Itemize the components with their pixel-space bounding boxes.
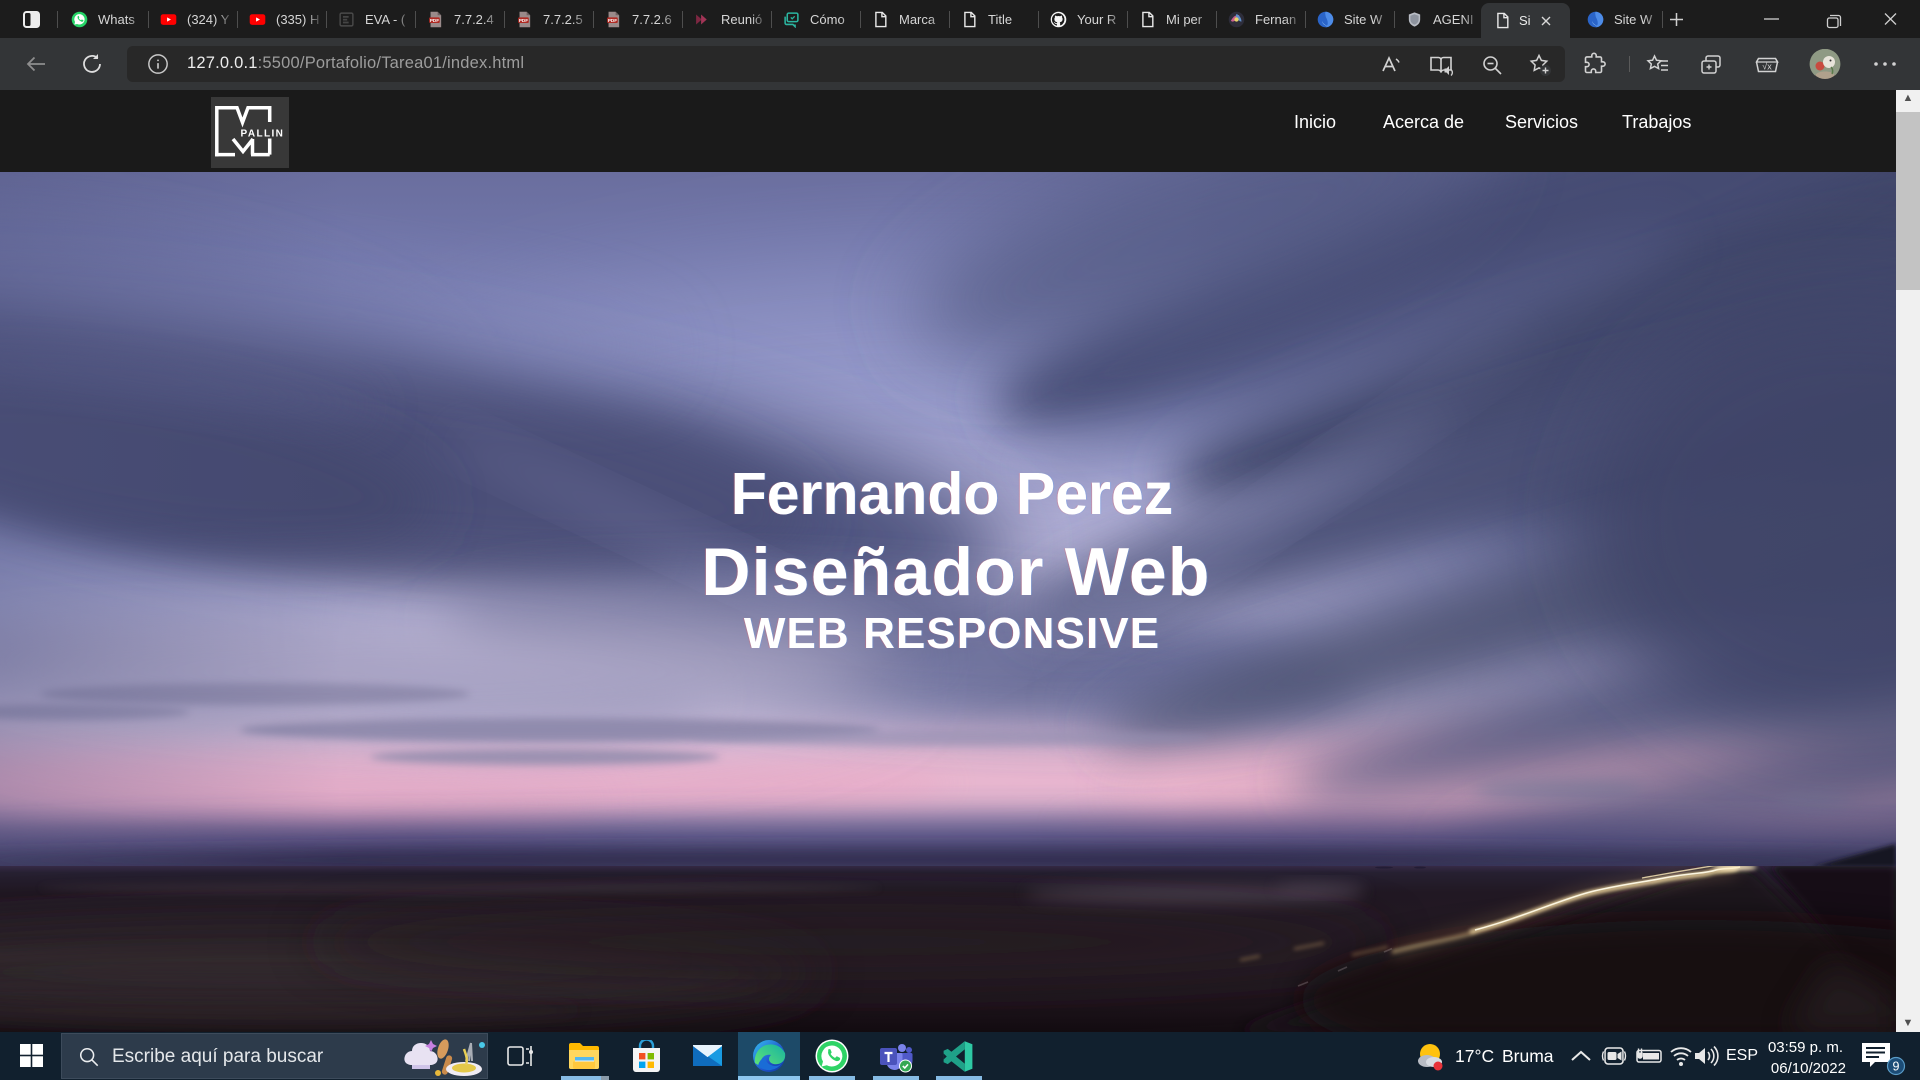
svg-text:√x: √x: [1762, 62, 1772, 72]
svg-text:9: 9: [1893, 1060, 1900, 1074]
svg-text:PDF: PDF: [519, 18, 528, 23]
svg-text:PDF: PDF: [608, 18, 617, 23]
svg-text:PDF: PDF: [430, 18, 439, 23]
svg-text:PALLIN: PALLIN: [241, 129, 285, 140]
